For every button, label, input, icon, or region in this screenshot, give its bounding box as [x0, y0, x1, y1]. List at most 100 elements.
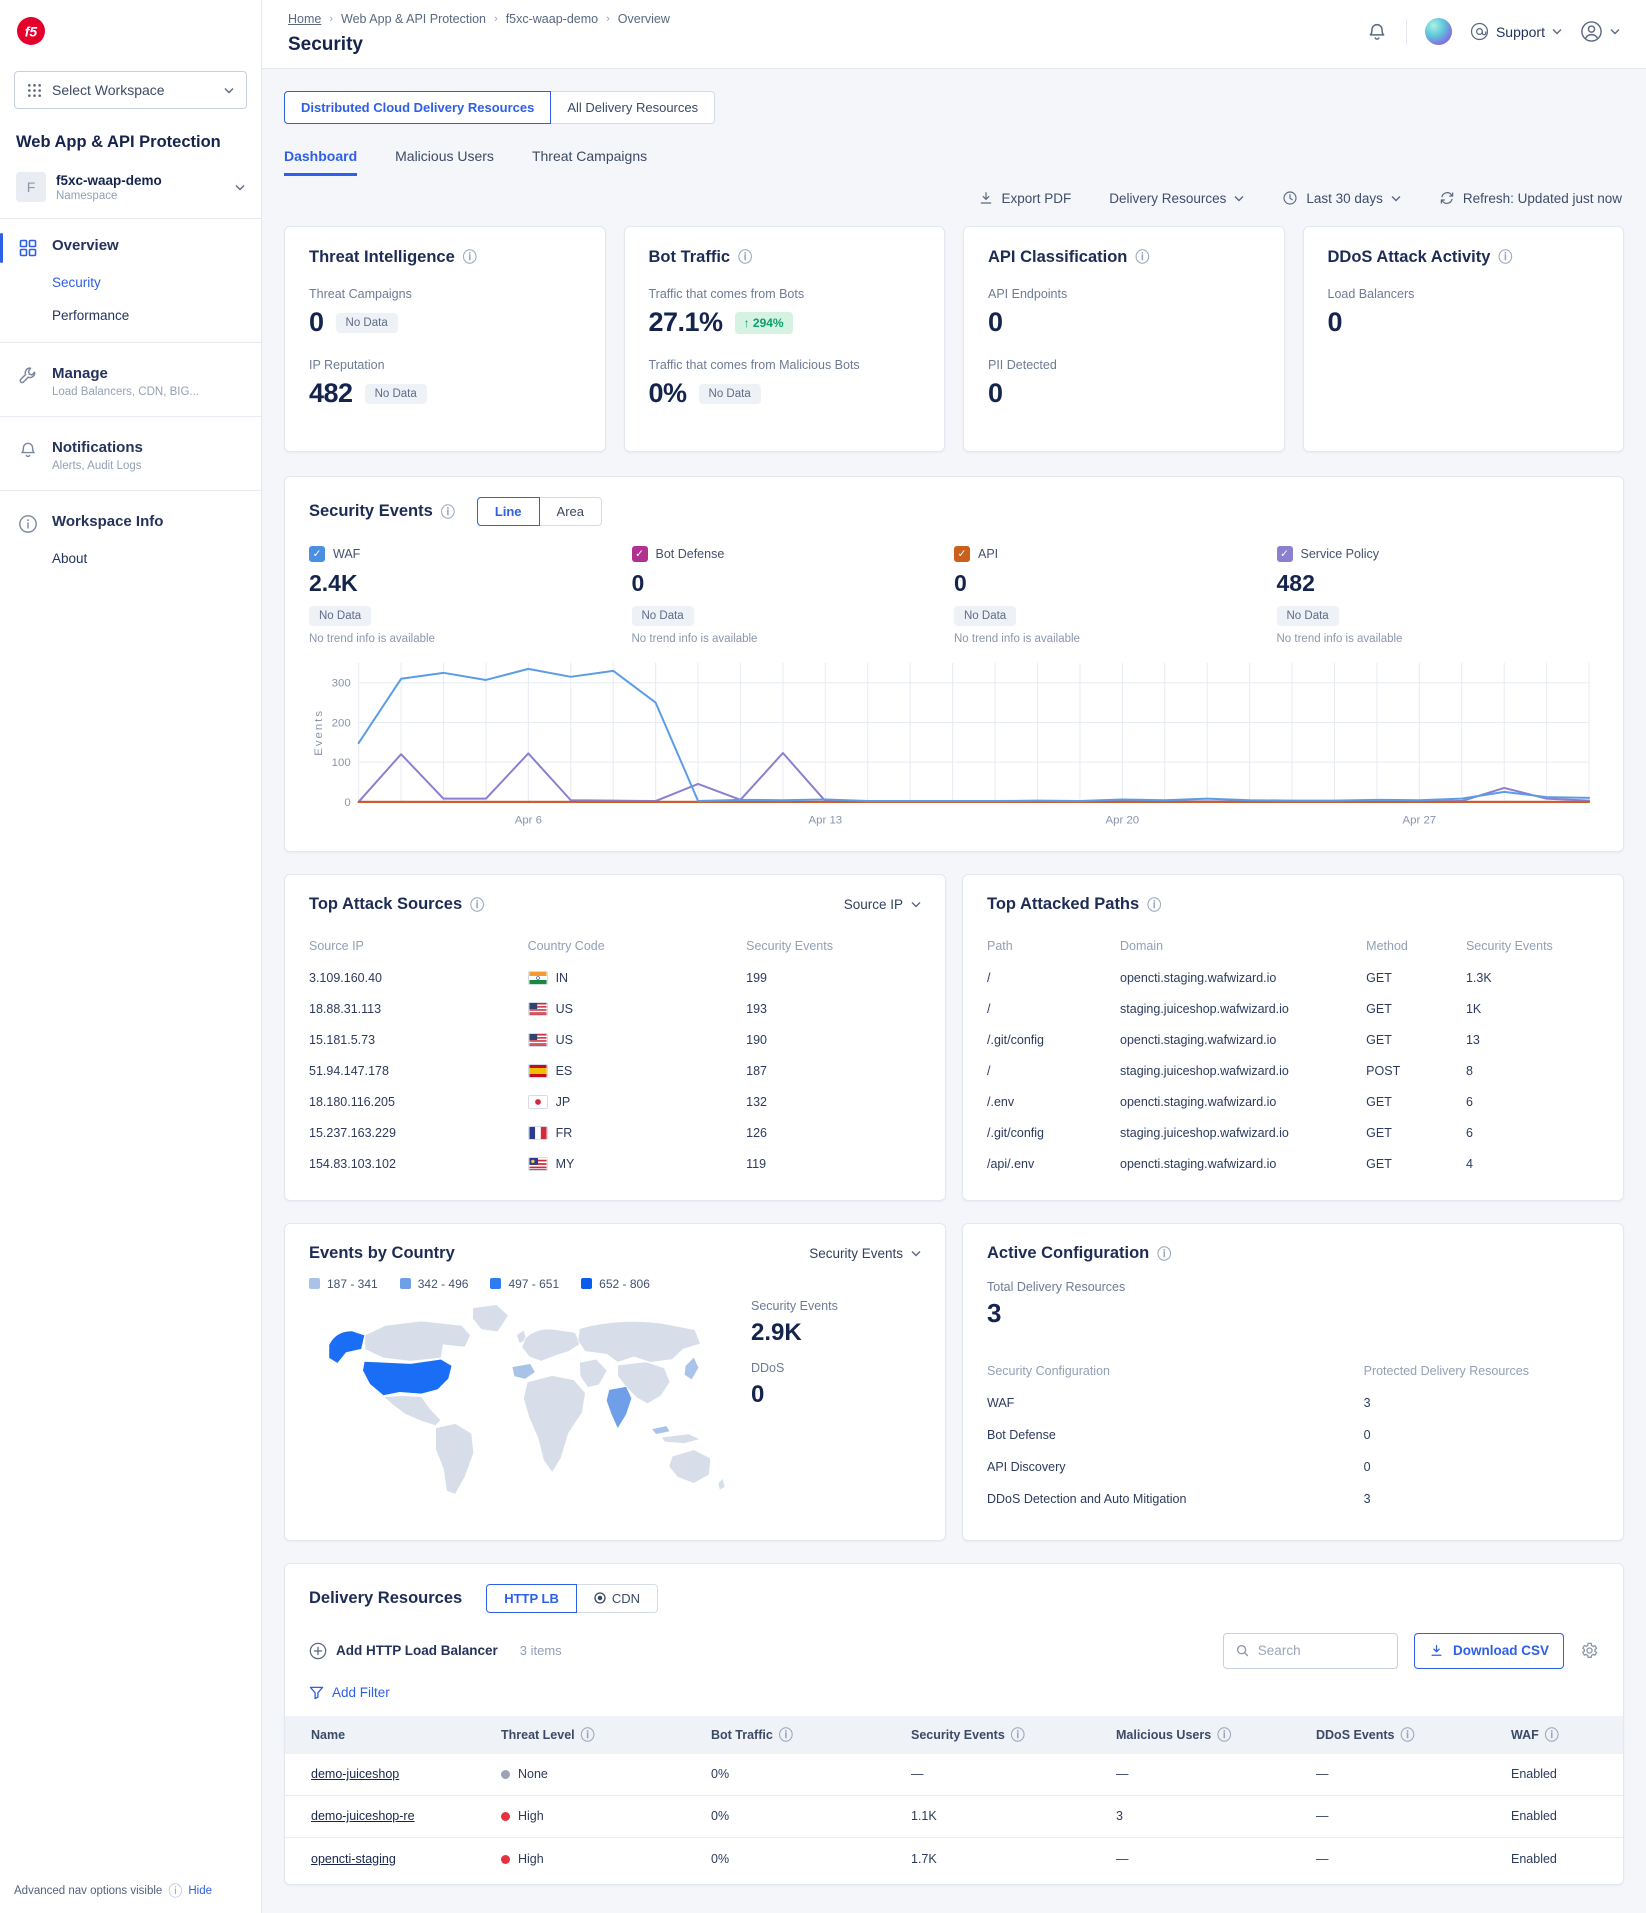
namespace-selector[interactable]: F f5xc-waap-demo Namespace — [0, 164, 261, 219]
table-row[interactable]: /opencti.staging.wafwizard.ioGET1.3K — [987, 963, 1599, 994]
info-icon[interactable]: ⓘ — [1498, 247, 1512, 267]
breadcrumb-namespace[interactable]: f5xc-waap-demo — [506, 12, 598, 26]
scope-all-delivery-resources[interactable]: All Delivery Resources — [551, 91, 715, 124]
legend-checkbox[interactable]: ✓ — [632, 546, 648, 562]
resource-link[interactable]: demo-juiceshop-re — [311, 1809, 415, 1823]
sidebar-item-overview[interactable]: Overview — [0, 225, 261, 266]
ai-assistant-orb[interactable] — [1425, 18, 1452, 45]
table-row[interactable]: 18.180.116.205JP132 — [309, 1087, 921, 1118]
delivery-resources-dropdown[interactable]: Delivery Resources — [1109, 191, 1244, 206]
table-row[interactable]: 3.109.160.40IN199 — [309, 963, 921, 994]
info-icon[interactable]: ⓘ — [441, 502, 455, 522]
tab-malicious-users[interactable]: Malicious Users — [395, 148, 494, 176]
time-range-dropdown[interactable]: Last 30 days — [1282, 190, 1401, 206]
clock-icon — [1282, 190, 1298, 206]
country-metric-dropdown[interactable]: Security Events — [809, 1246, 921, 1261]
bell-icon[interactable] — [1366, 21, 1388, 43]
f5-logo[interactable]: f5 — [0, 0, 261, 61]
world-map[interactable] — [309, 1297, 741, 1520]
table-row[interactable]: 154.83.103.102MY119 — [309, 1149, 921, 1180]
scope-distributed-cloud-delivery-resources[interactable]: Distributed Cloud Delivery Resources — [284, 91, 551, 124]
legend-checkbox[interactable]: ✓ — [1277, 546, 1293, 562]
events-by-country-card: Events by Country Security Events 187 - … — [284, 1223, 946, 1541]
add-http-lb-button[interactable]: Add HTTP Load Balancer — [309, 1642, 498, 1660]
info-icon[interactable]: ⓘ — [779, 1725, 793, 1745]
method: POST — [1366, 1064, 1466, 1078]
info-icon[interactable]: ⓘ — [1545, 1725, 1559, 1745]
sidebar-item-workspace-info[interactable]: Workspace Info — [0, 501, 261, 542]
map-africa — [523, 1375, 585, 1472]
column-header: Security Events — [1466, 939, 1599, 953]
legend-checkbox[interactable]: ✓ — [309, 546, 325, 562]
sidebar-item-notifications[interactable]: NotificationsAlerts, Audit Logs — [0, 427, 261, 480]
table-row[interactable]: 15.181.5.73US190 — [309, 1025, 921, 1056]
select-workspace-dropdown[interactable]: Select Workspace — [14, 71, 247, 109]
info-icon[interactable]: ⓘ — [738, 247, 752, 267]
namespace-avatar: F — [16, 172, 46, 202]
hide-link[interactable]: Hide — [188, 1885, 212, 1897]
info-icon[interactable]: ⓘ — [1401, 1725, 1415, 1745]
table-row[interactable]: /api/.envopencti.staging.wafwizard.ioGET… — [987, 1149, 1599, 1180]
table-row[interactable]: 15.237.163.229FR126 — [309, 1118, 921, 1149]
sidebar-subitem-about[interactable]: About — [0, 542, 261, 575]
table-row[interactable]: /.git/configstaging.juiceshop.wafwizard.… — [987, 1118, 1599, 1149]
download-csv-button[interactable]: Download CSV — [1414, 1633, 1564, 1669]
map-mexico — [383, 1395, 441, 1425]
gear-icon[interactable] — [1580, 1641, 1599, 1660]
account-menu[interactable] — [1580, 20, 1620, 43]
table-row[interactable]: /staging.juiceshop.wafwizard.ioGET1K — [987, 994, 1599, 1025]
info-icon[interactable]: ⓘ — [1147, 895, 1161, 915]
table-row[interactable]: /staging.juiceshop.wafwizard.ioPOST8 — [987, 1056, 1599, 1087]
chart-type-line[interactable]: Line — [477, 497, 540, 526]
info-icon[interactable]: ⓘ — [168, 1881, 182, 1901]
topbar: Home› Web App & API Protection› f5xc-waa… — [262, 0, 1646, 69]
resource-link[interactable]: demo-juiceshop — [311, 1767, 399, 1781]
info-icon[interactable]: ⓘ — [1217, 1725, 1231, 1745]
breadcrumb-home[interactable]: Home — [288, 12, 321, 26]
refresh-button[interactable]: Refresh: Updated just now — [1439, 190, 1622, 206]
legend-item-api: ✓API0No DataNo trend info is available — [954, 546, 1277, 645]
info-icon[interactable]: ⓘ — [1135, 247, 1149, 267]
sidebar-item-manage[interactable]: ManageLoad Balancers, CDN, BIG... — [0, 353, 261, 406]
tab-threat-campaigns[interactable]: Threat Campaigns — [532, 148, 647, 176]
source-ip-dropdown[interactable]: Source IP — [844, 897, 921, 912]
lb-cdn-cdn[interactable]: CDN — [577, 1584, 658, 1613]
source-ip: 15.237.163.229 — [309, 1126, 528, 1140]
info-icon[interactable]: ⓘ — [581, 1725, 595, 1745]
add-filter-button[interactable]: Add Filter — [309, 1685, 1599, 1700]
info-icon[interactable]: ⓘ — [470, 895, 484, 915]
support-menu[interactable]: Support — [1470, 22, 1562, 41]
info-icon[interactable]: ⓘ — [1157, 1244, 1171, 1264]
resource-link[interactable]: opencti-staging — [311, 1852, 396, 1866]
legend-checkbox[interactable]: ✓ — [954, 546, 970, 562]
top-attacked-paths-title: Top Attacked Pathsⓘ — [987, 895, 1161, 915]
advanced-nav-footer: Advanced nav options visible ⓘ Hide — [14, 1881, 212, 1901]
filter-funnel-icon — [309, 1685, 324, 1700]
table-row[interactable]: 18.88.31.113US193 — [309, 994, 921, 1025]
sidebar-subitem-performance[interactable]: Performance — [0, 299, 261, 332]
column-header: Country Code — [528, 939, 747, 953]
map-middle-east — [580, 1359, 608, 1387]
search-input[interactable] — [1223, 1633, 1398, 1669]
table-row[interactable]: 51.94.147.178ES187 — [309, 1056, 921, 1087]
app-root: f5 Select Workspace Web App & API Protec… — [0, 0, 1646, 1913]
export-pdf-button[interactable]: Export PDF — [978, 190, 1072, 206]
security-events-chart[interactable]: 0100200300EventsApr 6Apr 13Apr 20Apr 27 — [309, 651, 1599, 837]
security-events-count: 1K — [1466, 1002, 1599, 1016]
tab-dashboard[interactable]: Dashboard — [284, 148, 357, 176]
info-icon[interactable]: ⓘ — [463, 247, 477, 267]
path: /.git/config — [987, 1126, 1120, 1140]
search-field[interactable] — [1258, 1643, 1385, 1658]
breadcrumb-waap[interactable]: Web App & API Protection — [341, 12, 486, 26]
metric-value: 482 — [309, 378, 353, 409]
table-row[interactable]: /.git/configopencti.staging.wafwizard.io… — [987, 1025, 1599, 1056]
chart-type-area[interactable]: Area — [540, 497, 602, 526]
waf-status: Enabled — [1511, 1767, 1646, 1781]
table-row[interactable]: /.envopencti.staging.wafwizard.ioGET6 — [987, 1087, 1599, 1118]
sidebar-subitem-security[interactable]: Security — [0, 266, 261, 299]
info-icon[interactable]: ⓘ — [1011, 1725, 1025, 1745]
security-events-count: 8 — [1466, 1064, 1599, 1078]
total-delivery-resources-value: 3 — [987, 1298, 1599, 1329]
lb-cdn-http-lb[interactable]: HTTP LB — [486, 1584, 577, 1613]
method: GET — [1366, 1157, 1466, 1171]
